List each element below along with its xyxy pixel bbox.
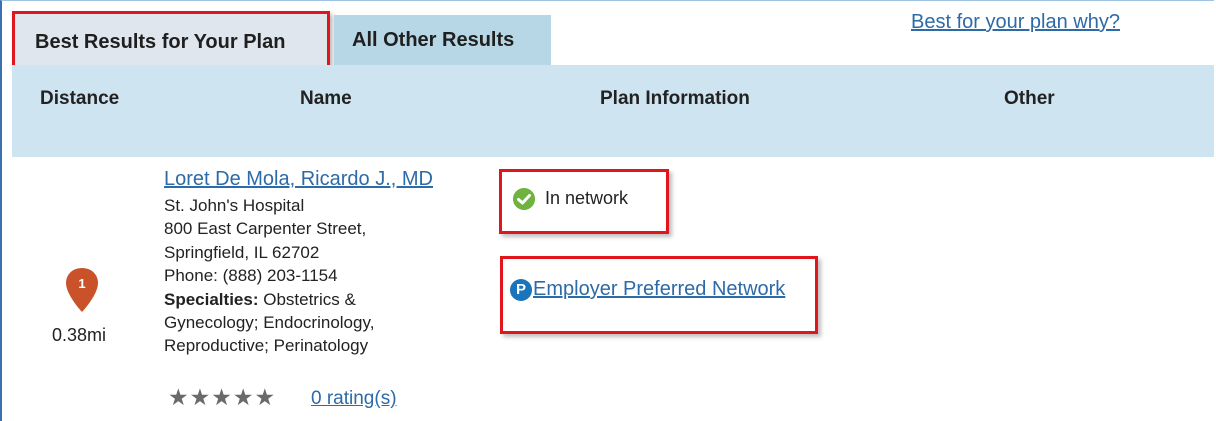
tab-best-results[interactable]: Best Results for Your Plan bbox=[12, 11, 330, 71]
employer-preferred-network-link[interactable]: Employer Preferred Network bbox=[533, 278, 785, 301]
network-status: In network bbox=[545, 188, 629, 208]
provider-details: St. John's Hospital 800 East Carpenter S… bbox=[164, 194, 374, 358]
specialties-line-3: Reproductive; Perinatology bbox=[164, 336, 369, 356]
tab-all-other-results[interactable]: All Other Results bbox=[334, 15, 551, 65]
specialties-text-1: Obstetrics & bbox=[258, 289, 356, 309]
table-header bbox=[12, 65, 1214, 157]
hospital-name: St. John's Hospital bbox=[164, 196, 305, 215]
specialties-line-2: Gynecology; Endocrinology, bbox=[164, 313, 375, 333]
phone-number: Phone: (888) 203-1154 bbox=[164, 266, 338, 286]
tab-all-other-results-label: All Other Results bbox=[352, 29, 515, 51]
specialties-label: Specialties: bbox=[164, 289, 259, 309]
best-for-plan-why-link[interactable]: Best for your plan why? bbox=[911, 11, 1120, 34]
address-line-1: 800 East Carpenter Street, bbox=[164, 219, 367, 239]
header-divider bbox=[12, 157, 1214, 161]
check-icon bbox=[513, 188, 535, 210]
tab-best-results-label: Best Results for Your Plan bbox=[35, 31, 286, 53]
ratings-link[interactable]: 0 rating(s) bbox=[311, 388, 397, 410]
preferred-p-icon: P bbox=[510, 279, 532, 301]
column-header-name: Name bbox=[300, 88, 352, 109]
column-header-distance: Distance bbox=[40, 88, 120, 109]
provider-name-link[interactable]: Loret De Mola, Ricardo J., MD bbox=[164, 168, 433, 191]
star-rating-icon: ★★★★★ bbox=[168, 384, 277, 410]
specialties-line-1: Specialties: Obstetrics & bbox=[164, 288, 374, 311]
address-line-2: Springfield, IL 62702 bbox=[164, 242, 320, 262]
map-marker-icon[interactable]: 1 bbox=[64, 266, 100, 314]
column-header-plan-information: Plan Information bbox=[600, 88, 750, 109]
distance-value: 0.38mi bbox=[52, 325, 107, 345]
column-header-other: Other bbox=[1004, 88, 1055, 109]
marker-number: 1 bbox=[78, 276, 85, 291]
